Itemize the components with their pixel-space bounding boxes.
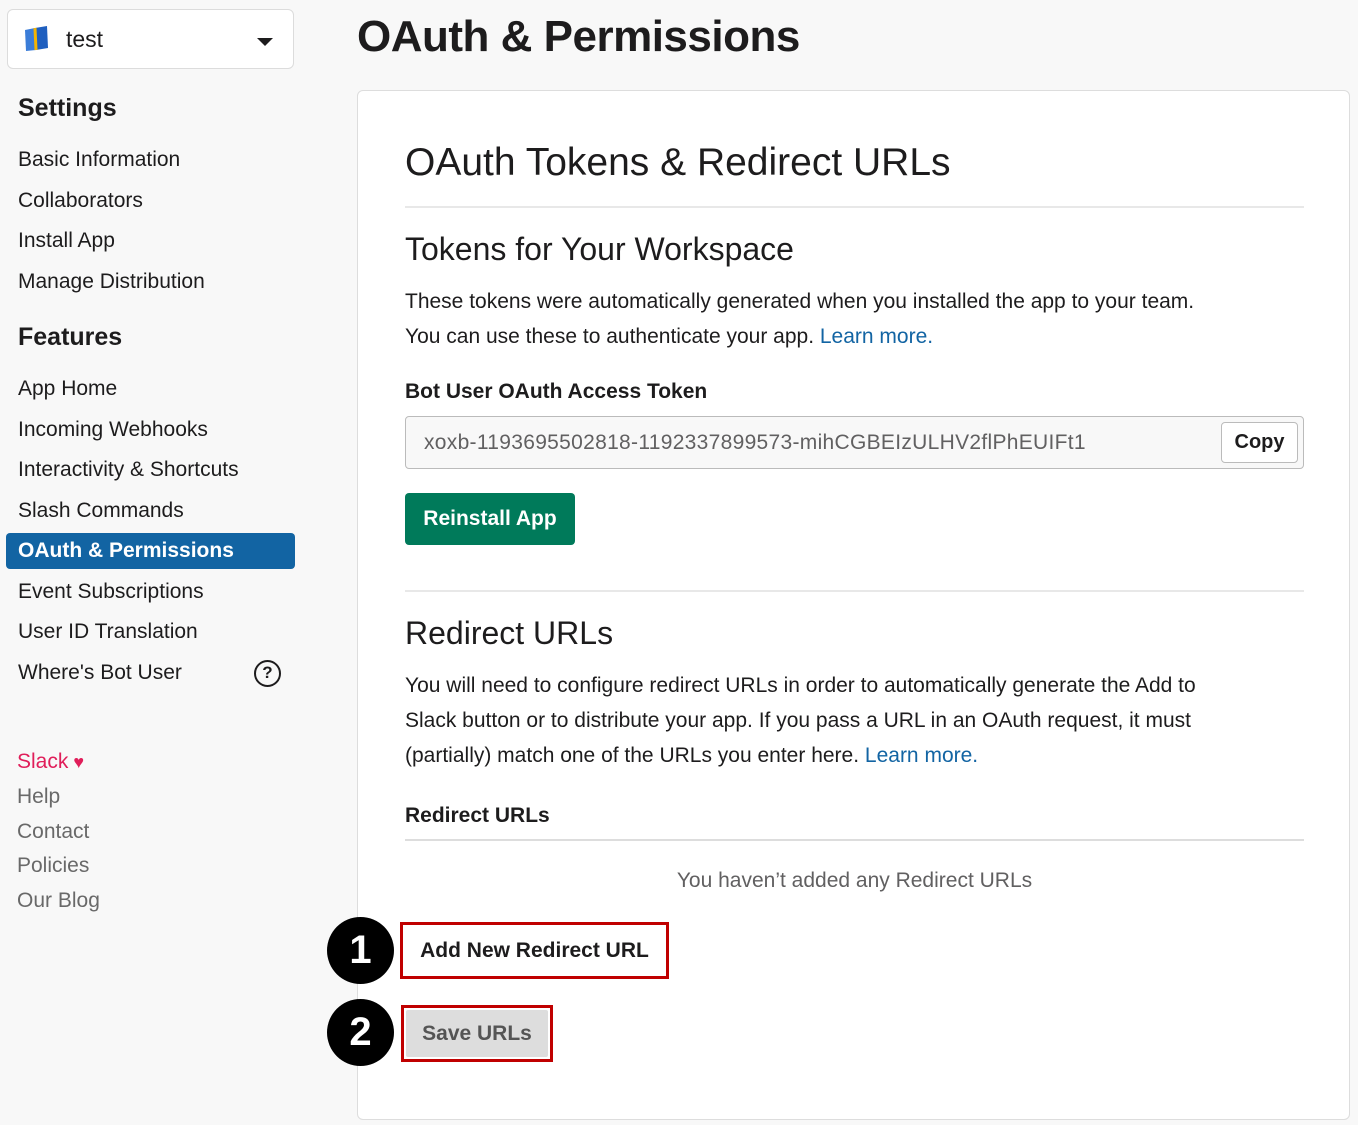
redirect-description-text: (partially) match one of the URLs you en… [405,744,860,767]
nav-event-subscriptions[interactable]: Event Subscriptions [6,572,295,613]
nav-install-app[interactable]: Install App [6,221,295,262]
tokens-learn-more-link[interactable]: Learn more. [820,325,933,348]
redirect-description-line3: (partially) match one of the URLs you en… [405,738,1304,773]
footer-label: Help [17,785,61,809]
nav-label: Event Subscriptions [18,579,204,603]
sidebar: test Settings Basic Information Collabor… [0,0,300,1125]
features-nav: App Home Incoming Webhooks Interactivity… [6,369,295,693]
nav-collaborators[interactable]: Collaborators [6,181,295,222]
footer-link-contact[interactable]: Contact [17,814,100,849]
page-title: OAuth & Permissions [357,12,800,61]
redirect-heading: Redirect URLs [405,615,614,651]
tokens-description-text: You can use these to authenticate your a… [405,325,815,348]
bot-token-value[interactable]: xoxb-1193695502818-1192337899573-mihCGBE… [424,431,1086,455]
help-icon[interactable]: ? [254,659,281,687]
redirect-description-line2: Slack button or to distribute your app. … [405,709,1191,732]
nav-label: Incoming Webhooks [18,417,208,441]
nav-user-id-translation[interactable]: User ID Translation [6,612,295,653]
footer-link-our-blog[interactable]: Our Blog [17,884,100,919]
nav-label: App Home [18,377,118,401]
footer-label: Our Blog [17,889,100,913]
bot-token-field[interactable]: xoxb-1193695502818-1192337899573-mihCGBE… [405,416,1304,469]
divider [405,590,1304,592]
nav-label: User ID Translation [18,620,198,644]
tokens-description-line2: You can use these to authenticate your a… [405,319,1304,354]
redirect-learn-more-link[interactable]: Learn more. [865,744,978,767]
card-title: OAuth Tokens & Redirect URLs [405,141,951,184]
nav-label: Collaborators [18,188,143,212]
copy-button[interactable]: Copy [1221,422,1298,463]
footer-label: Policies [17,854,90,878]
heart-icon: ♥ [73,751,85,772]
app-name: test [66,25,104,52]
nav-basic-information[interactable]: Basic Information [6,140,295,181]
redirect-description-line1: You will need to configure redirect URLs… [405,674,1196,697]
chevron-down-icon[interactable] [257,38,273,46]
footer-link-policies[interactable]: Policies [17,849,100,884]
footer-links: Slack ♥ Help Contact Policies Our Blog [17,745,100,918]
nav-interactivity-shortcuts[interactable]: Interactivity & Shortcuts [6,450,295,491]
app-book-icon [25,26,48,51]
nav-incoming-webhooks[interactable]: Incoming Webhooks [6,410,295,451]
nav-label: Install App [18,229,115,253]
nav-label: Slash Commands [18,498,184,522]
nav-app-home[interactable]: App Home [6,369,295,410]
nav-label: OAuth & Permissions [18,539,234,562]
add-new-redirect-url-button[interactable]: Add New Redirect URL [400,922,669,979]
nav-slash-commands[interactable]: Slash Commands [6,491,295,532]
nav-label: Manage Distribution [18,269,205,293]
redirect-list-label: Redirect URLs [405,804,550,827]
nav-wheres-bot-user[interactable]: Where's Bot User ? [6,653,295,694]
footer-link-help[interactable]: Help [17,780,100,815]
divider [405,839,1304,841]
tokens-description: These tokens were automatically generate… [405,284,1304,354]
step-badge-1: 1 [327,917,394,984]
footer-link-slack[interactable]: Slack ♥ [17,745,100,780]
nav-label: Where's Bot User [18,660,182,684]
nav-label: Interactivity & Shortcuts [18,458,239,482]
nav-manage-distribution[interactable]: Manage Distribution [6,262,295,303]
bot-token-label: Bot User OAuth Access Token [405,380,708,403]
nav-label: Basic Information [18,148,181,172]
features-heading: Features [18,323,123,351]
divider [405,206,1304,208]
footer-label: Slack [17,750,69,774]
app-switcher[interactable]: test [7,9,294,69]
nav-oauth-permissions[interactable]: OAuth & Permissions [6,533,295,569]
tokens-heading: Tokens for Your Workspace [405,231,794,267]
step-badge-2: 2 [327,999,394,1066]
settings-nav: Basic Information Collaborators Install … [6,140,295,302]
tokens-description-line1: These tokens were automatically generate… [405,290,1195,313]
redirect-description: You will need to configure redirect URLs… [405,668,1304,773]
save-urls-highlight: Save URLs [401,1005,553,1062]
save-urls-button[interactable]: Save URLs [406,1010,548,1057]
settings-heading: Settings [18,94,117,122]
footer-label: Contact [17,819,90,843]
redirect-empty-message: You haven’t added any Redirect URLs [676,869,1033,892]
reinstall-app-button[interactable]: Reinstall App [405,493,575,545]
